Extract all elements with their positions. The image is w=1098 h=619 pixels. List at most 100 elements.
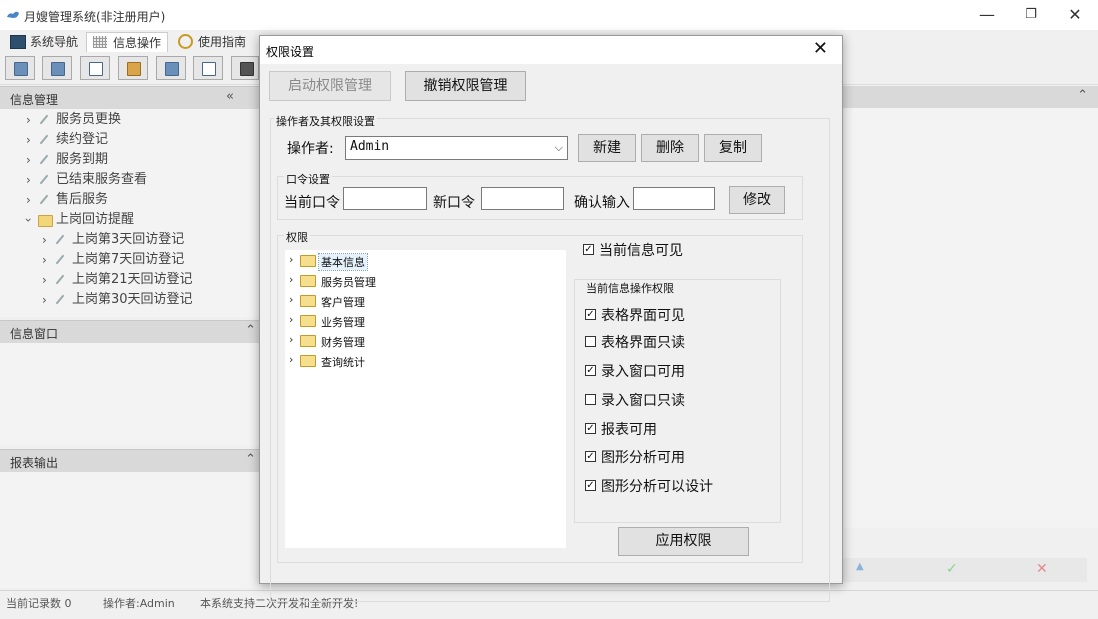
folder-icon <box>300 335 316 347</box>
op-checkbox-row[interactable]: ✓ 录入窗口可用 <box>585 361 775 381</box>
tree-item[interactable]: › 服务员更换 <box>26 110 256 130</box>
collapse-report-button[interactable]: ⌃ <box>245 452 256 467</box>
dialog-close-button[interactable]: ✕ <box>813 38 828 59</box>
tab-label: 使用指南 <box>198 35 247 49</box>
maximize-button[interactable]: ❐ <box>1008 0 1054 30</box>
info-window-header: 信息窗口 ⌃ <box>0 320 262 344</box>
tab-label: 系统导航 <box>30 35 79 49</box>
dialog-title-bar <box>260 36 842 64</box>
window-icon <box>10 35 26 49</box>
checkbox[interactable] <box>585 336 596 347</box>
op-checkbox-row[interactable]: ✓ 图形分析可用 <box>585 447 775 467</box>
enable-permission-button[interactable]: 启动权限管理 <box>269 71 391 101</box>
tree-item-folder[interactable]: › 上岗回访提醒 <box>21 210 256 230</box>
current-info-visible-checkbox[interactable]: ✓ 当前信息可见 <box>583 240 783 260</box>
tool-icon <box>39 114 49 125</box>
minimize-button[interactable]: — <box>964 0 1010 30</box>
toolbar-search-button[interactable] <box>5 56 35 80</box>
current-password-input[interactable] <box>343 187 427 210</box>
op-checkbox-row[interactable]: 表格界面只读 <box>585 332 775 352</box>
checkbox[interactable]: ✓ <box>585 423 596 434</box>
permission-settings-dialog: 权限设置 ✕ 启动权限管理 撤销权限管理 操作者及其权限设置 操作者: Admi… <box>259 35 843 602</box>
confirm-icon[interactable]: ✓ <box>946 561 958 577</box>
tree-item[interactable]: › 上岗第7天回访登记 <box>42 250 256 270</box>
current-password-label: 当前口令 <box>284 195 340 211</box>
search-icon <box>14 62 28 76</box>
folder-icon <box>300 255 316 267</box>
tree-item[interactable]: › 售后服务 <box>26 190 256 210</box>
toolbar-export-button[interactable] <box>193 56 223 80</box>
cancel-icon[interactable]: ✕ <box>1036 561 1048 577</box>
operator-label: 操作者: <box>287 141 334 157</box>
info-management-header: 信息管理 « <box>0 86 262 110</box>
report-output-body <box>0 472 262 588</box>
tab-info-operation[interactable]: 信息操作 <box>86 32 169 53</box>
panel-title: 报表输出 <box>10 456 59 470</box>
operator-select[interactable]: Admin ⌵ <box>345 136 568 160</box>
operator-group-title: 操作者及其权限设置 <box>274 113 377 129</box>
tab-system-nav[interactable]: 系统导航 <box>4 32 84 52</box>
app-logo-icon <box>7 11 19 18</box>
folder-icon <box>300 275 316 287</box>
delete-operator-button[interactable]: 删除 <box>641 134 699 162</box>
tool-icon <box>39 134 49 145</box>
tab-user-guide[interactable]: 使用指南 <box>172 32 252 52</box>
op-checkbox-row[interactable]: 录入窗口只读 <box>585 390 775 410</box>
tool-icon <box>55 254 65 265</box>
new-password-input[interactable] <box>481 187 564 210</box>
tree-item[interactable]: › 续约登记 <box>26 130 256 150</box>
panel-title: 信息管理 <box>10 93 59 107</box>
checkbox[interactable]: ✓ <box>583 244 594 255</box>
permission-tree-item[interactable]: › 业务管理 <box>285 311 566 331</box>
checkbox[interactable]: ✓ <box>585 480 596 491</box>
apply-permissions-button[interactable]: 应用权限 <box>618 527 749 556</box>
tree-item[interactable]: › 服务到期 <box>26 150 256 170</box>
tree-item[interactable]: › 上岗第21天回访登记 <box>42 270 256 290</box>
tree-item[interactable]: › 上岗第3天回访登记 <box>42 230 256 250</box>
list-icon <box>51 62 65 76</box>
op-checkbox-row[interactable]: ✓ 图形分析可以设计 <box>585 476 775 496</box>
permission-tree-item[interactable]: › 财务管理 <box>285 331 566 351</box>
tree-item[interactable]: › 已结束服务查看 <box>26 170 256 190</box>
permission-tree-item[interactable]: › 服务员管理 <box>285 271 566 291</box>
toolbar-print-button[interactable] <box>231 56 259 80</box>
permission-tree-item[interactable]: › 基本信息 <box>285 251 566 271</box>
print-icon <box>240 62 254 76</box>
revoke-permission-button[interactable]: 撤销权限管理 <box>405 71 526 101</box>
collapse-content-button[interactable]: ⌃ <box>1077 88 1088 103</box>
folder-icon <box>38 215 53 227</box>
confirm-password-input[interactable] <box>633 187 715 210</box>
confirm-password-label: 确认输入 <box>574 195 630 211</box>
op-checkbox-row[interactable]: ✓ 报表可用 <box>585 419 775 439</box>
toolbar-user-button[interactable] <box>118 56 148 80</box>
report-output-header: 报表输出 ⌃ <box>0 449 262 473</box>
permission-tree-item[interactable]: › 查询统计 <box>285 351 566 371</box>
new-password-label: 新口令 <box>433 195 475 211</box>
app-title: 月嫂管理系统(非注册用户) <box>24 10 166 24</box>
toolbar-new-doc-button[interactable] <box>80 56 110 80</box>
permission-tree[interactable]: › 基本信息 › 服务员管理 › 客户管理 › 业务管理 › 财务管理 › 查询统计 <box>285 250 566 548</box>
checkbox[interactable]: ✓ <box>585 451 596 462</box>
operation-permissions-title: 当前信息操作权限 <box>584 280 676 296</box>
copy-operator-button[interactable]: 复制 <box>704 134 762 162</box>
toolbar-window-button[interactable] <box>156 56 186 80</box>
user-icon <box>127 62 141 76</box>
collapse-info-window-button[interactable]: ⌃ <box>245 323 256 338</box>
info-window-body <box>0 343 262 446</box>
operator-status: 操作者:Admin <box>103 597 175 610</box>
permission-tree-item[interactable]: › 客户管理 <box>285 291 566 311</box>
export-icon <box>202 62 216 76</box>
collapse-left-button[interactable]: « <box>226 89 234 104</box>
new-operator-button[interactable]: 新建 <box>578 134 636 162</box>
tree-item[interactable]: › 上岗第30天回访登记 <box>42 290 256 310</box>
op-checkbox-row[interactable]: ✓ 表格界面可见 <box>585 305 775 325</box>
toolbar-list-button[interactable] <box>42 56 72 80</box>
checkbox[interactable] <box>585 394 596 405</box>
checkbox[interactable]: ✓ <box>585 309 596 320</box>
chevron-down-icon: ⌵ <box>554 141 563 154</box>
record-action-bar: ▲ ✓ ✕ <box>842 558 1087 582</box>
modify-password-button[interactable]: 修改 <box>729 186 785 214</box>
move-up-icon[interactable]: ▲ <box>856 561 864 572</box>
checkbox[interactable]: ✓ <box>585 365 596 376</box>
close-window-button[interactable]: ✕ <box>1052 0 1098 30</box>
